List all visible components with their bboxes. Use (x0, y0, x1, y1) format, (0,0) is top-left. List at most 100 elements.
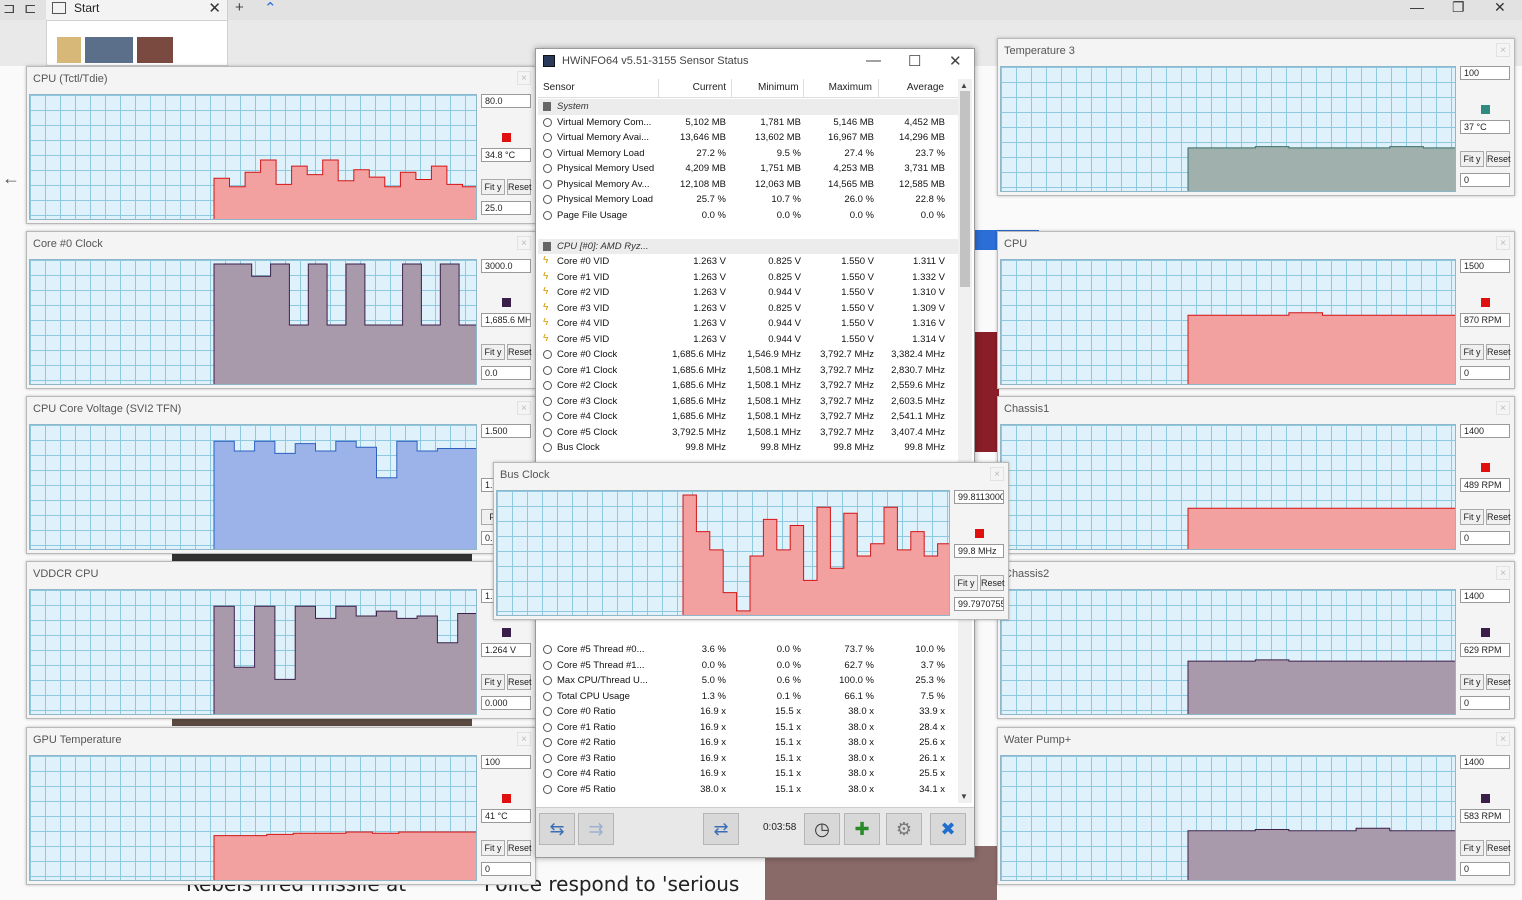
graph-window-temperature3[interactable]: Temperature 3 × 100 37 °C Fit y Reset 0 (997, 38, 1515, 196)
sensor-row[interactable]: ϟ Core #0 VID 1.263 V 0.825 V 1.550 V 1.311 V (538, 254, 958, 270)
graph-window-bus-clock[interactable]: Bus Clock × 99.81130007 99.8 MHz Fit yReset 9… (493, 462, 1009, 620)
reset-button[interactable]: Reset (1486, 509, 1511, 525)
clock-icon[interactable]: ◷ (804, 813, 840, 845)
fit-y-button[interactable]: Fit y (1460, 151, 1484, 167)
series-color-swatch[interactable] (1481, 463, 1490, 472)
graph-close-icon[interactable]: × (1496, 401, 1510, 415)
settings-gear-icon[interactable]: ⚙ (886, 813, 922, 845)
graph-max-field[interactable]: 1400 (1460, 589, 1510, 603)
col-minimum[interactable]: Minimum (758, 82, 799, 93)
fit-y-button[interactable]: Fit y (1460, 674, 1484, 690)
sensor-row[interactable]: Core #0 Ratio 16.9 x 15.5 x 38.0 x 33.9 x (538, 704, 958, 720)
fit-y-button[interactable]: Fit y (1460, 840, 1484, 856)
series-color-swatch[interactable] (502, 133, 511, 142)
sensor-group-row[interactable]: System (538, 99, 958, 115)
graph-min-field[interactable]: 99.79707553 (954, 597, 1004, 611)
graph-close-icon[interactable]: × (1496, 566, 1510, 580)
fit-y-button[interactable]: Fit y (481, 179, 505, 195)
graph-plot-area[interactable] (1000, 424, 1456, 550)
graph-plot-area[interactable] (496, 490, 950, 616)
graph-min-field[interactable]: 0 (1460, 366, 1510, 380)
reset-button[interactable]: Reset (507, 344, 532, 360)
new-tab-icon[interactable]: + (235, 0, 244, 16)
sensor-row[interactable]: Core #4 Clock 1,685.6 MHz 1,508.1 MHz 3,792… (538, 409, 958, 425)
minimize-icon[interactable]: — (1410, 0, 1424, 15)
series-color-swatch[interactable] (1481, 105, 1490, 114)
fit-y-button[interactable]: Fit y (481, 344, 505, 360)
sensor-row[interactable]: Physical Memory Used 4,209 MB 1,751 MB 4,25… (538, 161, 958, 177)
hwinfo-sensor-window[interactable]: HWiNFO64 v5.51-3155 Sensor Status — ☐ ✕ … (535, 48, 975, 858)
graph-plot-area[interactable] (29, 94, 477, 220)
graph-window-chassis1[interactable]: Chassis1 × 1400 489 RPM Fit y Reset 0 (997, 396, 1515, 554)
fit-y-button[interactable]: Fit y (481, 674, 505, 690)
close-x-icon[interactable]: ✖ (930, 813, 966, 845)
col-separator[interactable] (658, 79, 659, 98)
col-maximum[interactable]: Maximum (826, 82, 872, 93)
fit-y-button[interactable]: Fit y (1460, 509, 1484, 525)
series-color-swatch[interactable] (975, 529, 984, 538)
sensor-table[interactable]: Sensor Current Minimum Maximum Average S… (538, 79, 958, 803)
series-color-swatch[interactable] (502, 794, 511, 803)
reset-button[interactable]: Reset (1486, 151, 1511, 167)
tab-close-icon[interactable]: ✕ (208, 0, 221, 17)
fit-y-button[interactable]: Fit y (1460, 344, 1484, 360)
sensor-row[interactable]: ϟ Core #5 VID 1.263 V 0.944 V 1.550 V 1.314 V (538, 332, 958, 348)
series-color-swatch[interactable] (502, 628, 511, 637)
graph-close-icon[interactable]: × (517, 732, 531, 746)
graph-max-field[interactable]: 100 (1460, 66, 1510, 80)
browser-menu-icon[interactable]: ⊐ (3, 0, 16, 17)
sensor-row[interactable]: Bus Clock 99.8 MHz 99.8 MHz 99.8 MHz 99.8 MH… (538, 440, 958, 456)
col-separator[interactable] (731, 79, 732, 98)
sensor-row[interactable]: Core #1 Clock 1,685.6 MHz 1,508.1 MHz 3,792… (538, 363, 958, 379)
graph-min-field[interactable]: 0 (1460, 696, 1510, 710)
graph-min-field[interactable]: 25.0 (481, 201, 531, 215)
sensor-row[interactable]: Core #3 Clock 1,685.6 MHz 1,508.1 MHz 3,792… (538, 394, 958, 410)
reset-button[interactable]: Reset (1486, 344, 1511, 360)
graph-max-field[interactable]: 100 (481, 755, 531, 769)
sensor-row[interactable]: ϟ Core #1 VID 1.263 V 0.825 V 1.550 V 1.332 V (538, 270, 958, 286)
sensor-row[interactable]: Core #5 Thread #0... 3.6 % 0.0 % 73.7 % 10.0… (538, 642, 958, 658)
graph-plot-area[interactable] (29, 589, 477, 715)
sensor-row[interactable]: Core #5 Clock 3,792.5 MHz 1,508.1 MHz 3,792… (538, 425, 958, 441)
reset-button[interactable]: Reset (1486, 840, 1511, 856)
graph-min-field[interactable]: 0.0 (481, 366, 531, 380)
sensor-group-row[interactable]: CPU [#0]: AMD Ryz... (538, 238, 958, 254)
sensor-row[interactable]: Core #4 Ratio 16.9 x 15.1 x 38.0 x 25.5 x (538, 766, 958, 782)
graph-window-cpu-fan[interactable]: CPU × 1500 870 RPM Fit y Reset 0 (997, 231, 1515, 389)
col-sensor[interactable]: Sensor (543, 82, 575, 93)
graph-min-field[interactable]: 0 (1460, 173, 1510, 187)
graph-max-field[interactable]: 99.81130007 (954, 490, 1004, 504)
scroll-thumb[interactable] (960, 91, 970, 287)
col-current[interactable]: Current (690, 82, 726, 93)
graph-close-icon[interactable]: × (1496, 236, 1510, 250)
graph-plot-area[interactable] (1000, 589, 1456, 715)
reset-button[interactable]: Reset (980, 575, 1005, 591)
graph-plot-area[interactable] (1000, 66, 1456, 192)
col-separator[interactable] (878, 79, 879, 98)
graph-close-icon[interactable]: × (517, 236, 531, 250)
sensor-row[interactable]: Core #3 Ratio 16.9 x 15.1 x 38.0 x 26.1 x (538, 751, 958, 767)
series-color-swatch[interactable] (1481, 628, 1490, 637)
hwinfo-maximize-icon[interactable]: ☐ (908, 52, 921, 70)
graph-min-field[interactable]: 0 (1460, 862, 1510, 876)
graph-window-chassis2[interactable]: Chassis2 × 1400 629 RPM Fit y Reset 0 (997, 561, 1515, 719)
graph-close-icon[interactable]: × (1496, 732, 1510, 746)
tab-set-aside-icon[interactable]: ⊏ (24, 0, 37, 17)
reset-button[interactable]: Reset (507, 840, 532, 856)
sensor-row[interactable]: Core #5 Thread #1... 0.0 % 0.0 % 62.7 % 3.7 … (538, 658, 958, 674)
series-color-swatch[interactable] (502, 298, 511, 307)
browser-tab-start[interactable]: Start ✕ (46, 0, 228, 20)
sensor-row[interactable]: ϟ Core #4 VID 1.263 V 0.944 V 1.550 V 1.316 V (538, 316, 958, 332)
reset-button[interactable]: Reset (1486, 674, 1511, 690)
fit-y-button[interactable]: Fit y (954, 575, 978, 591)
sensor-row[interactable]: Core #0 Clock 1,685.6 MHz 1,546.9 MHz 3,792… (538, 347, 958, 363)
graph-max-field[interactable]: 3000.0 (481, 259, 531, 273)
graph-max-field[interactable]: 80.0 (481, 94, 531, 108)
graph-plot-area[interactable] (1000, 259, 1456, 385)
graph-close-icon[interactable]: × (990, 467, 1004, 481)
scroll-down-icon[interactable]: ▼ (960, 792, 968, 801)
graph-min-field[interactable]: 0 (481, 862, 531, 876)
graph-window-water-pump[interactable]: Water Pump+ × 1400 583 RPM Fit y Reset 0 (997, 727, 1515, 885)
report-add-icon[interactable]: ✚ (844, 813, 880, 845)
graph-min-field[interactable]: 0 (1460, 531, 1510, 545)
